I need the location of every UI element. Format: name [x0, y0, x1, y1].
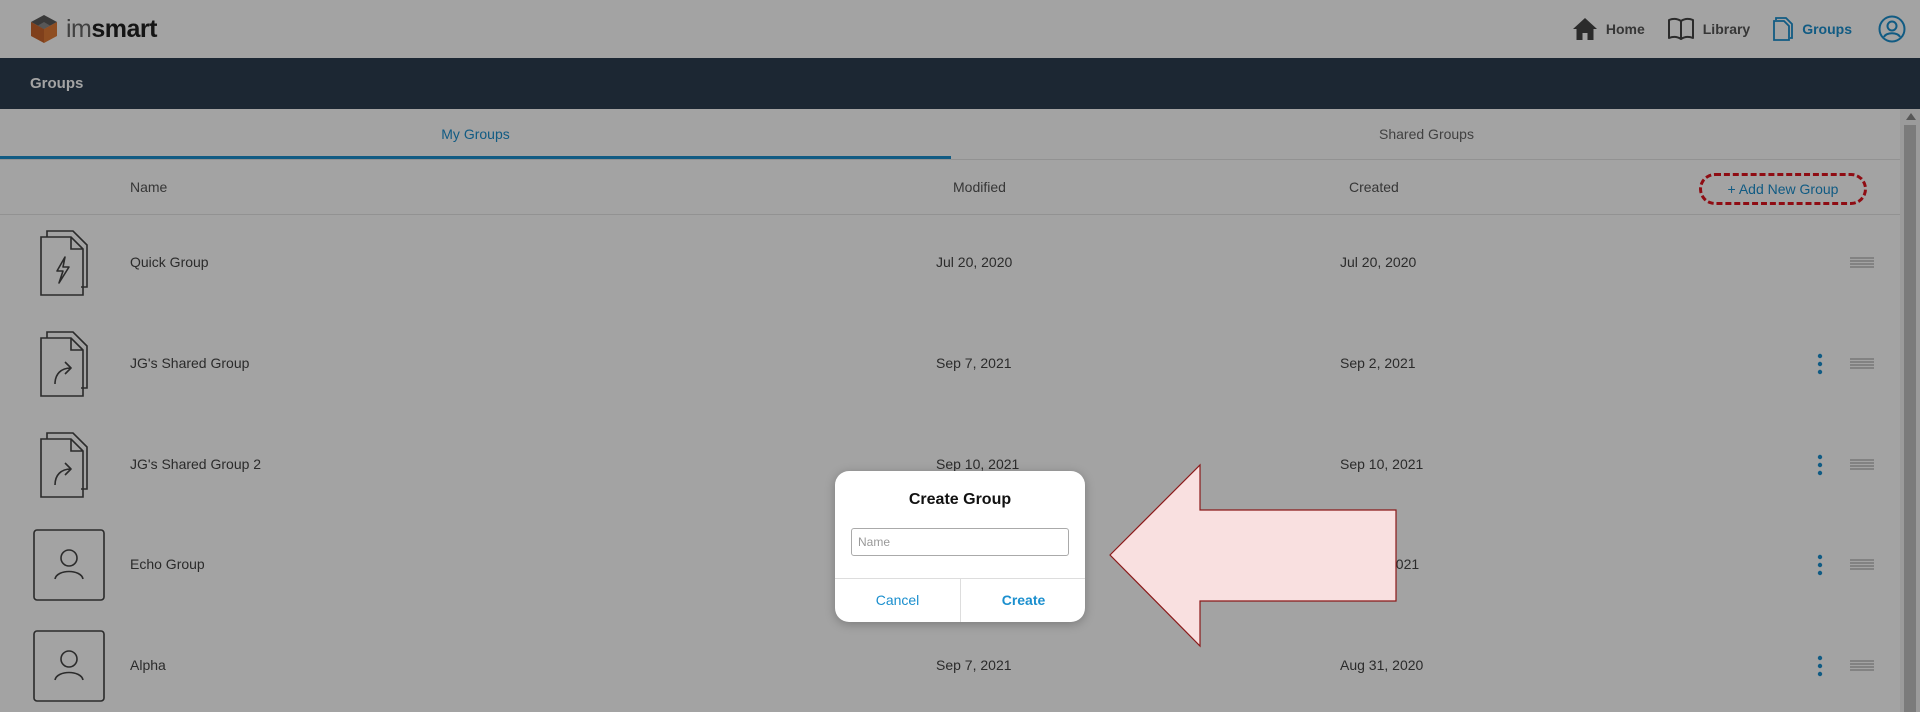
dialog-title: Create Group: [908, 491, 1012, 508]
create-button[interactable]: Create: [961, 579, 1085, 622]
cancel-button[interactable]: Cancel: [835, 579, 960, 622]
group-name-input[interactable]: [851, 528, 1069, 556]
annotation-arrow-icon: [1109, 463, 1397, 648]
create-group-dialog: Create Group Cancel Create: [835, 471, 1085, 622]
